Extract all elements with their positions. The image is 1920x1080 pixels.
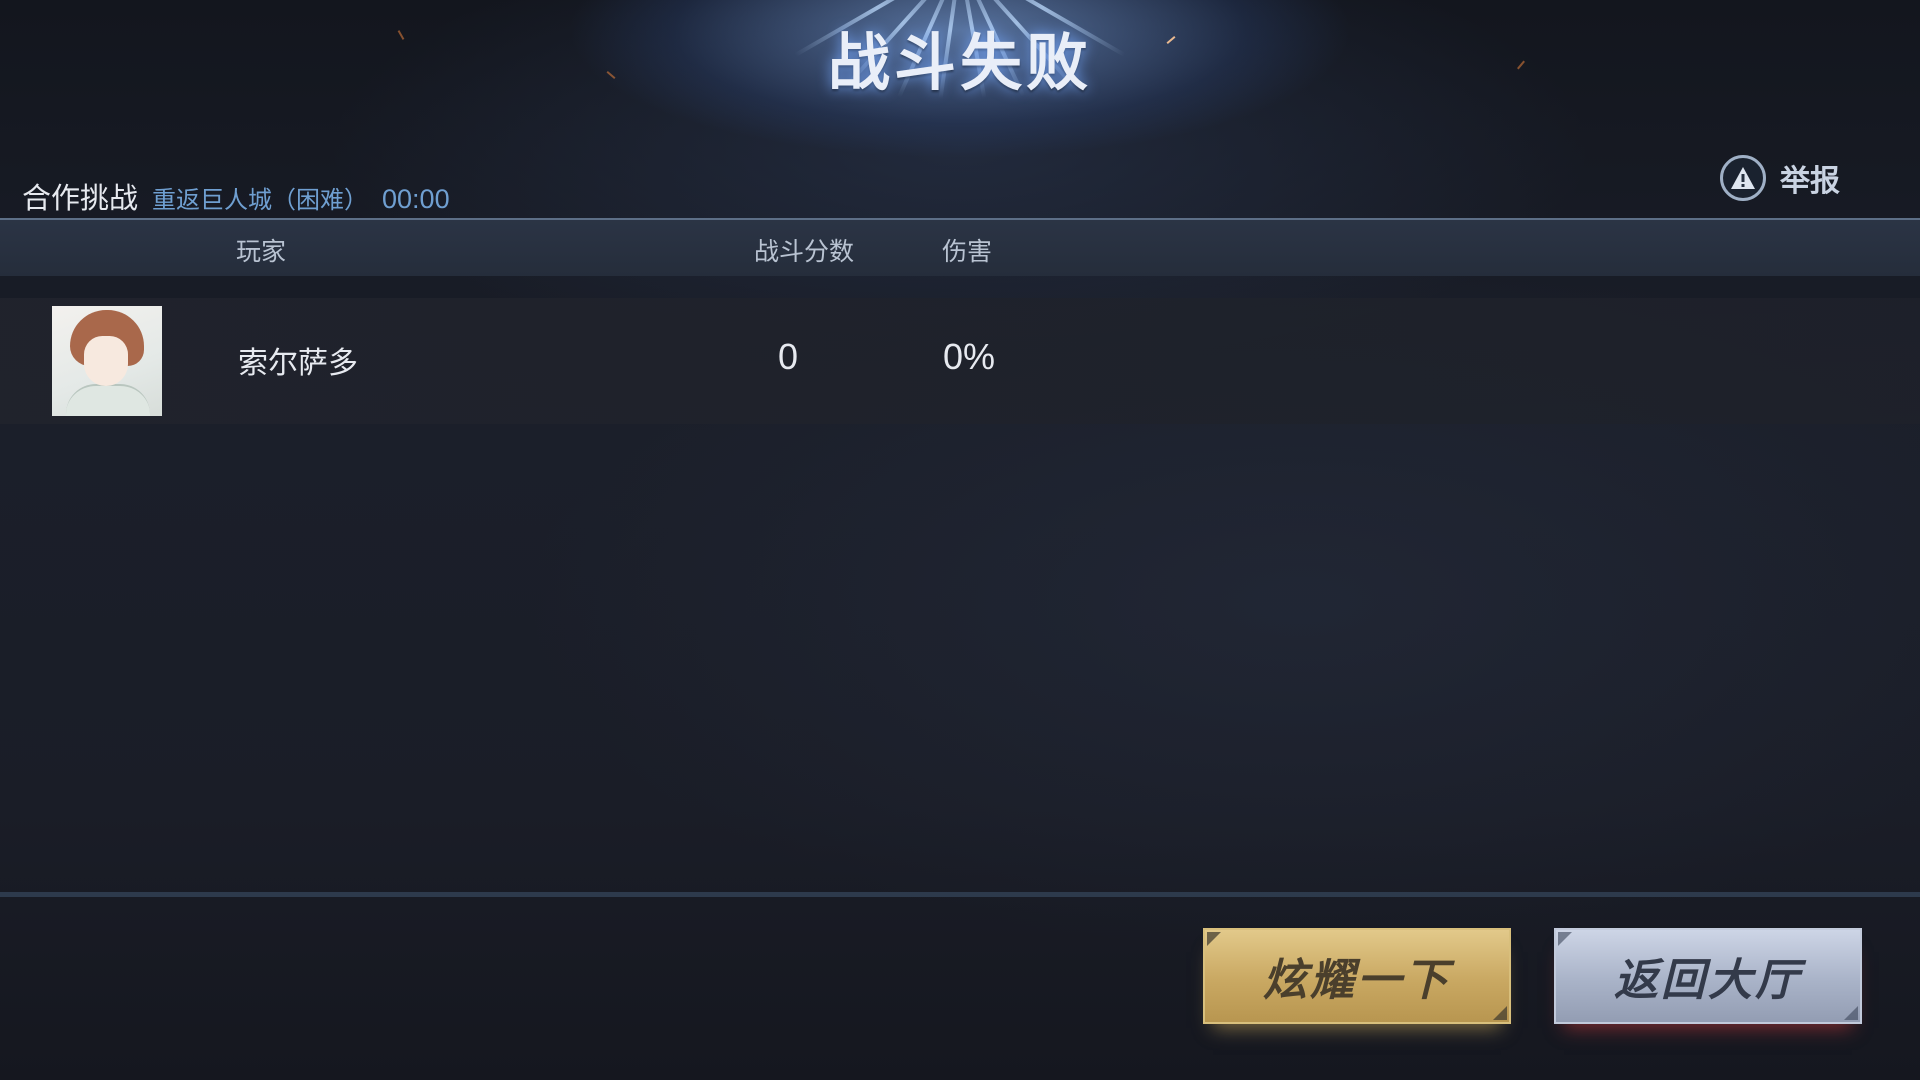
match-timer: 00:00 <box>382 184 450 214</box>
warning-triangle-icon <box>1720 155 1766 201</box>
report-label: 举报 <box>1780 164 1840 199</box>
report-button[interactable]: 举报 <box>1720 152 1840 204</box>
player-row[interactable]: 索尔萨多 0 0% <box>0 298 1920 424</box>
column-header-damage: 伤害 <box>942 237 993 266</box>
game-mode-label: 合作挑战 <box>22 181 139 215</box>
player-damage: 0% <box>943 336 996 377</box>
return-lobby-label: 返回大厅 <box>1614 955 1802 1006</box>
footer-divider <box>0 892 1920 897</box>
stage-name: 重返巨人城（困难） <box>152 186 369 214</box>
show-off-label: 炫耀一下 <box>1263 955 1451 1006</box>
column-header-score: 战斗分数 <box>754 237 855 266</box>
player-score: 0 <box>778 336 799 377</box>
match-info: 合作挑战 重返巨人城（困难） 00:00 <box>22 175 450 215</box>
scoreboard-header: 玩家 战斗分数 伤害 <box>0 220 1920 276</box>
column-header-player: 玩家 <box>236 237 287 266</box>
battle-result-title: 战斗失败 <box>827 26 1092 99</box>
player-name: 索尔萨多 <box>238 346 358 381</box>
show-off-button[interactable]: 炫耀一下 <box>1203 928 1511 1024</box>
background <box>0 0 1920 1080</box>
player-avatar[interactable] <box>52 306 162 416</box>
return-lobby-button[interactable]: 返回大厅 <box>1554 928 1862 1024</box>
